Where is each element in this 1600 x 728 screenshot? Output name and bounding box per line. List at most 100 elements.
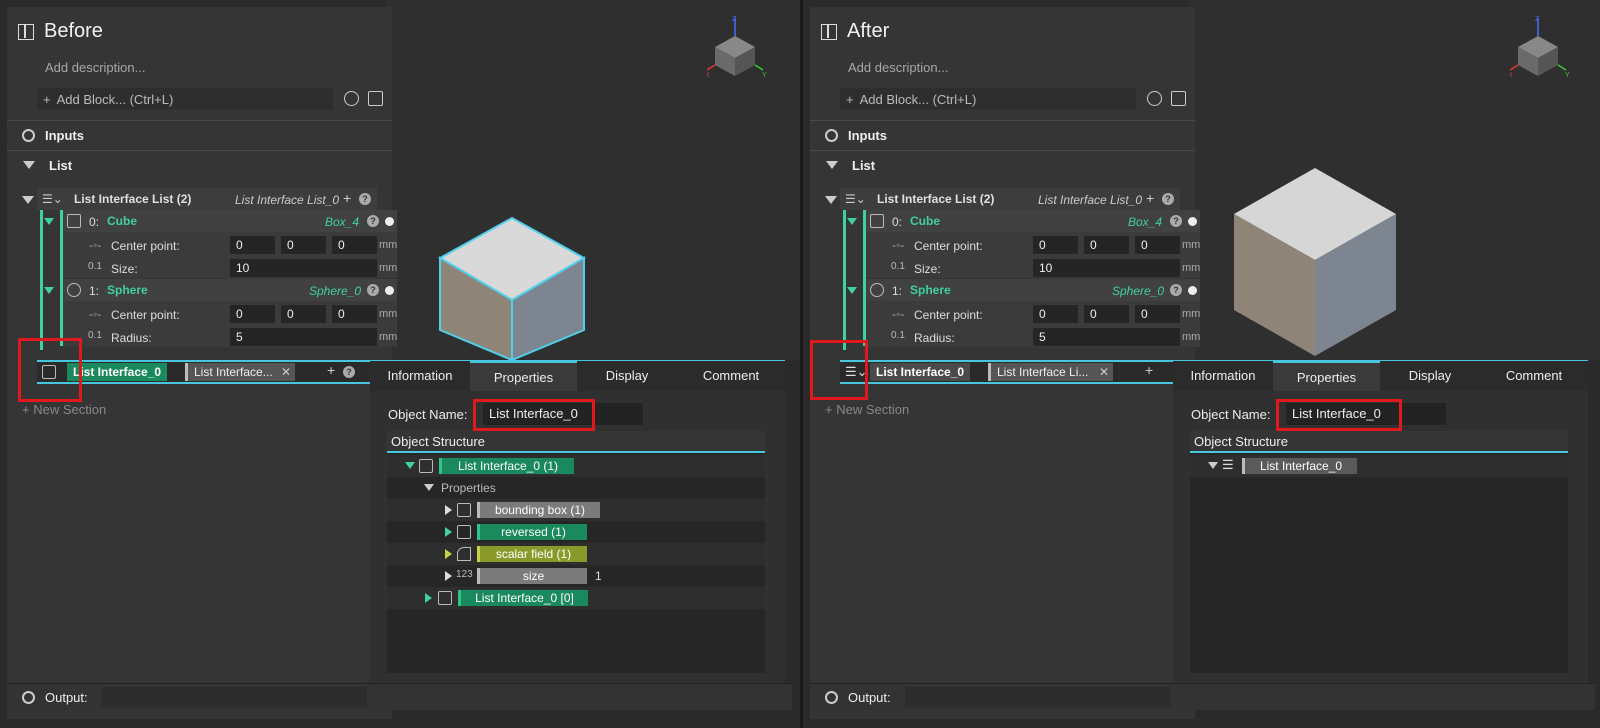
collapse-icon[interactable]: [825, 196, 837, 204]
tab-display[interactable]: Display: [1380, 361, 1480, 391]
list-interface-list-block[interactable]: ☰⌄ List Interface List (2) List Interfac…: [37, 188, 377, 210]
tree-row[interactable]: ☰ List Interface_0: [1190, 455, 1568, 477]
list-iface-name[interactable]: List Interface List_0: [235, 193, 339, 207]
tree-row[interactable]: bounding box (1): [387, 499, 765, 521]
size-input[interactable]: 10: [230, 259, 377, 277]
help-icon[interactable]: ?: [359, 193, 371, 205]
chevron-down-icon[interactable]: [23, 161, 35, 169]
expand-icon[interactable]: [44, 287, 54, 294]
plus-icon[interactable]: +: [1146, 190, 1154, 206]
list-interface-row[interactable]: List Interface_0 List Interface... ✕ + ?: [37, 360, 382, 384]
description-field[interactable]: Add description...: [45, 60, 145, 75]
tree-node-child[interactable]: List Interface_0 [0]: [458, 590, 588, 606]
tree-row[interactable]: scalar field (1): [387, 543, 765, 565]
visibility-dot[interactable]: [385, 217, 394, 226]
add-window-icon[interactable]: [368, 91, 383, 106]
visibility-dot[interactable]: [385, 286, 394, 295]
expand-icon[interactable]: [424, 484, 434, 491]
list-interface-row[interactable]: ☰⌄ List Interface_0 List Interface Li...…: [840, 360, 1185, 384]
radius-input[interactable]: 5: [230, 328, 377, 346]
list-interface-list-block[interactable]: ☰⌄ List Interface List (2) List Interfac…: [840, 188, 1180, 210]
panel-toggle-icon[interactable]: [821, 23, 837, 40]
expand-icon[interactable]: [847, 287, 857, 294]
tree-row[interactable]: 123 size 1: [387, 565, 765, 587]
tree-row[interactable]: reversed (1): [387, 521, 765, 543]
3d-viewport[interactable]: Z X Y: [385, 0, 800, 360]
center-y-input[interactable]: 0: [281, 305, 326, 323]
tree-node-size[interactable]: size: [477, 568, 587, 584]
refresh-icon[interactable]: [1147, 91, 1162, 106]
output-field[interactable]: [102, 687, 367, 707]
input-chip[interactable]: List Interface Li... ✕: [988, 363, 1113, 381]
size-input[interactable]: 10: [1033, 259, 1180, 277]
panel-toggle-icon[interactable]: [18, 23, 34, 40]
item-cube-header[interactable]: 0: Cube Box_4 ?: [44, 210, 397, 232]
center-x-input[interactable]: 0: [230, 236, 275, 254]
close-icon[interactable]: ✕: [281, 363, 291, 381]
tree-node-bounding-box[interactable]: bounding box (1): [477, 502, 600, 518]
center-x-input[interactable]: 0: [230, 305, 275, 323]
help-icon[interactable]: ?: [367, 215, 379, 227]
tree-row[interactable]: List Interface_0 (1): [387, 455, 765, 477]
inputs-section[interactable]: Inputs: [810, 120, 1195, 149]
description-field[interactable]: Add description...: [848, 60, 948, 75]
expand-icon[interactable]: [1208, 462, 1218, 469]
new-section-button[interactable]: + New Section: [22, 402, 106, 417]
center-z-input[interactable]: 0: [1135, 305, 1180, 323]
item-name[interactable]: Box_4: [1128, 215, 1162, 229]
center-z-input[interactable]: 0: [332, 305, 377, 323]
tree-node-scalar-field[interactable]: scalar field (1): [477, 546, 587, 562]
tree-row[interactable]: Properties: [387, 477, 765, 499]
expand-icon[interactable]: [445, 527, 452, 537]
plus-icon[interactable]: +: [1145, 362, 1153, 378]
tab-comment[interactable]: Comment: [677, 361, 785, 391]
center-x-input[interactable]: 0: [1033, 305, 1078, 323]
new-section-button[interactable]: + New Section: [825, 402, 909, 417]
tree-node-root[interactable]: List Interface_0: [1242, 458, 1357, 474]
close-icon[interactable]: ✕: [1099, 363, 1109, 381]
plus-icon[interactable]: +: [343, 190, 351, 206]
chevron-down-icon[interactable]: [826, 161, 838, 169]
add-block-input[interactable]: + Add Block... (Ctrl+L): [37, 88, 333, 110]
item-name[interactable]: Sphere_0: [1112, 284, 1164, 298]
tree-node-root[interactable]: List Interface_0 (1): [439, 458, 574, 474]
tab-display[interactable]: Display: [577, 361, 677, 391]
expand-icon[interactable]: [445, 571, 452, 581]
tab-properties[interactable]: Properties: [1273, 361, 1380, 391]
expand-icon[interactable]: [425, 593, 432, 603]
tab-properties[interactable]: Properties: [470, 361, 577, 391]
view-cube-icon[interactable]: Z X Y: [1510, 14, 1570, 80]
center-y-input[interactable]: 0: [1084, 236, 1129, 254]
center-x-input[interactable]: 0: [1033, 236, 1078, 254]
item-name[interactable]: Box_4: [325, 215, 359, 229]
visibility-dot[interactable]: [1188, 217, 1197, 226]
help-icon[interactable]: ?: [1162, 193, 1174, 205]
plus-icon[interactable]: +: [327, 362, 335, 378]
input-chip[interactable]: List Interface... ✕: [185, 363, 295, 381]
expand-icon[interactable]: [445, 505, 452, 515]
radius-input[interactable]: 5: [1033, 328, 1180, 346]
visibility-dot[interactable]: [1188, 286, 1197, 295]
center-y-input[interactable]: 0: [281, 236, 326, 254]
item-sphere-header[interactable]: 1: Sphere Sphere_0 ?: [847, 279, 1200, 301]
inputs-section[interactable]: Inputs: [7, 120, 392, 149]
item-sphere-header[interactable]: 1: Sphere Sphere_0 ?: [44, 279, 397, 301]
item-cube-header[interactable]: 0: Cube Box_4 ?: [847, 210, 1200, 232]
tree-row[interactable]: List Interface_0 [0]: [387, 587, 765, 609]
help-icon[interactable]: ?: [343, 366, 355, 378]
expand-icon[interactable]: [405, 462, 415, 469]
3d-viewport[interactable]: Z X Y: [1188, 0, 1600, 360]
view-cube-icon[interactable]: Z X Y: [707, 14, 767, 80]
item-name[interactable]: Sphere_0: [309, 284, 361, 298]
help-icon[interactable]: ?: [1170, 284, 1182, 296]
help-icon[interactable]: ?: [367, 284, 379, 296]
expand-icon[interactable]: [44, 218, 54, 225]
tab-information[interactable]: Information: [370, 361, 470, 391]
list-section[interactable]: List: [7, 150, 392, 179]
help-icon[interactable]: ?: [1170, 215, 1182, 227]
center-y-input[interactable]: 0: [1084, 305, 1129, 323]
expand-icon[interactable]: [445, 549, 452, 559]
tree-node-reversed[interactable]: reversed (1): [477, 524, 587, 540]
collapse-icon[interactable]: [22, 196, 34, 204]
list-iface-name[interactable]: List Interface List_0: [1038, 193, 1142, 207]
